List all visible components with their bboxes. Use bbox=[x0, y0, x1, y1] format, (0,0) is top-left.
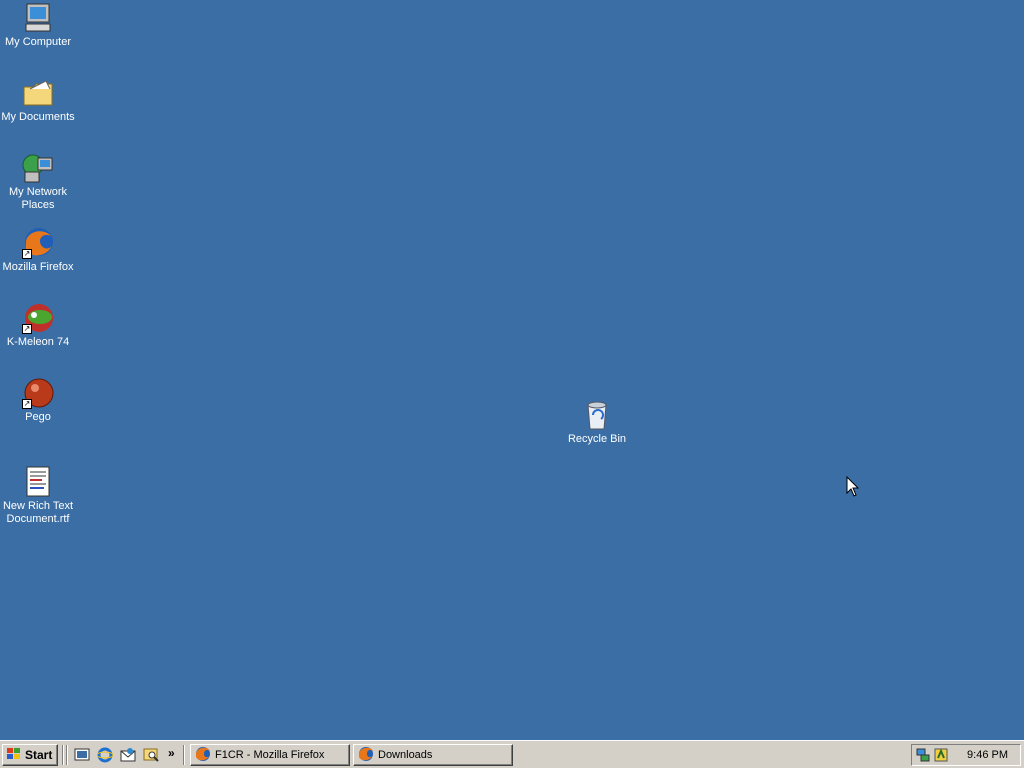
recycle-bin-icon bbox=[581, 399, 613, 431]
desktop-icon-recycle-bin[interactable]: Recycle Bin bbox=[559, 399, 635, 446]
desktop-icon-new-rich-text-document[interactable]: New Rich Text Document.rtf bbox=[0, 466, 76, 526]
task-label: Downloads bbox=[378, 749, 433, 761]
shortcut-arrow-icon: ↗ bbox=[22, 249, 32, 259]
desktop-icon-label: New Rich Text Document.rtf bbox=[2, 500, 74, 525]
desktop-icon-my-network-places[interactable]: My Network Places bbox=[0, 152, 76, 212]
start-button[interactable]: Start bbox=[2, 744, 58, 766]
desktop-icon-label: My Network Places bbox=[8, 186, 68, 211]
desktop-icon-label: K-Meleon 74 bbox=[6, 336, 70, 348]
desktop-icon-label: Pego bbox=[25, 411, 51, 423]
start-label: Start bbox=[25, 748, 53, 762]
taskbar: Start » F1CR - Mozilla Firefox Downloads bbox=[0, 740, 1024, 768]
desktop-icon-my-documents[interactable]: My Documents bbox=[0, 77, 76, 124]
pego-icon: ↗ bbox=[22, 377, 54, 409]
folder-icon bbox=[22, 77, 54, 109]
clock[interactable]: 9:46 PM bbox=[967, 749, 1008, 761]
quick-launch-chevron[interactable]: » bbox=[168, 746, 175, 760]
desktop-icon-mozilla-firefox[interactable]: ↗ Mozilla Firefox bbox=[0, 227, 76, 274]
network-tray-icon[interactable] bbox=[916, 748, 930, 762]
search-icon[interactable] bbox=[143, 747, 159, 763]
firefox-icon bbox=[195, 746, 211, 765]
task-label: F1CR - Mozilla Firefox bbox=[215, 749, 325, 761]
rtf-document-icon bbox=[22, 466, 54, 498]
computer-icon bbox=[22, 2, 54, 34]
firefox-icon bbox=[358, 746, 374, 765]
desktop-icon-my-computer[interactable]: My Computer bbox=[0, 2, 76, 49]
app-tray-icon[interactable] bbox=[934, 748, 948, 762]
taskbar-separator bbox=[183, 745, 185, 765]
desktop-icon-label: My Computer bbox=[4, 36, 72, 48]
shortcut-arrow-icon: ↗ bbox=[22, 324, 32, 334]
task-button-f1cr-firefox[interactable]: F1CR - Mozilla Firefox bbox=[190, 744, 350, 766]
task-button-downloads[interactable]: Downloads bbox=[353, 744, 513, 766]
taskbar-separator bbox=[62, 745, 64, 765]
desktop-icon-label: Recycle Bin bbox=[567, 433, 627, 445]
firefox-icon: ↗ bbox=[22, 227, 54, 259]
desktop-icon-label: My Documents bbox=[1, 111, 75, 123]
system-tray: 9:46 PM bbox=[911, 744, 1021, 766]
shortcut-arrow-icon: ↗ bbox=[22, 399, 32, 409]
desktop-icon-pego[interactable]: ↗ Pego bbox=[0, 377, 76, 424]
network-icon bbox=[22, 152, 54, 184]
mouse-cursor-icon bbox=[846, 475, 860, 501]
desktop-icon[interactable] bbox=[74, 747, 90, 763]
taskbar-separator bbox=[66, 745, 68, 765]
windows-logo-icon bbox=[7, 747, 21, 763]
desktop: My Computer My Documents My Network Plac… bbox=[0, 0, 1024, 739]
kmeleon-icon: ↗ bbox=[22, 302, 54, 334]
outlook-express-icon[interactable] bbox=[120, 747, 136, 763]
desktop-icon-k-meleon[interactable]: ↗ K-Meleon 74 bbox=[0, 302, 76, 349]
internet-explorer-icon[interactable] bbox=[96, 747, 114, 763]
desktop-icon-label: Mozilla Firefox bbox=[2, 261, 74, 273]
